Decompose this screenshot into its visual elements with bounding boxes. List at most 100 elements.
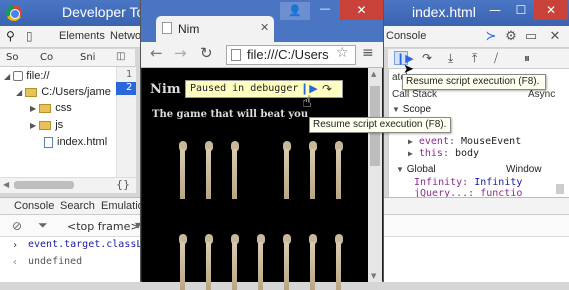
tab-sources[interactable]: So	[6, 52, 18, 63]
matchstick[interactable]	[284, 242, 289, 290]
matchstick[interactable]	[206, 149, 211, 199]
scope-infinity-row[interactable]: Infinity: Infinity	[414, 177, 522, 188]
tab-snippets[interactable]: Sni	[80, 52, 95, 63]
expand-triangle-icon: ◢	[16, 88, 23, 97]
expand-triangle-icon: ▼	[396, 165, 404, 174]
minimize-icon[interactable]: —	[482, 0, 508, 20]
folder-icon	[39, 120, 52, 130]
global-section[interactable]: ▼ Global	[396, 164, 436, 175]
scroll-left-icon[interactable]: ◀	[3, 180, 9, 189]
event-key: event:	[418, 136, 455, 147]
drawer-tab-emulation[interactable]: Emulatio	[101, 200, 144, 212]
collapse-triangle-icon: ▶	[30, 104, 37, 113]
expand-triangle-icon: ◢	[4, 72, 11, 81]
navigator-tabs	[0, 49, 135, 67]
scroll-up-icon[interactable]: ▲	[371, 70, 376, 78]
step-into-icon[interactable]: ⤓	[448, 51, 453, 66]
file-index-label: index.html	[57, 136, 108, 148]
filter-icon[interactable]: ⏷	[38, 218, 48, 233]
bookmark-star-icon[interactable]: ☆	[336, 45, 349, 61]
browser-tab[interactable]	[156, 16, 274, 42]
folder-path-label: C:/Users/jame	[41, 86, 111, 98]
matchstick[interactable]	[258, 242, 263, 290]
scrollbar-thumb[interactable]	[14, 181, 74, 189]
debugger-toolbar	[388, 49, 569, 69]
matchstick[interactable]	[180, 149, 185, 199]
forward-icon[interactable]: →	[174, 44, 187, 62]
tree-folder-path[interactable]: ◢ C:/Users/jame	[16, 86, 111, 98]
matchstick[interactable]	[310, 242, 315, 290]
tab-elements[interactable]: Elements	[59, 30, 105, 42]
line-number[interactable]: 1	[126, 69, 132, 80]
frame-select[interactable]: <top frame>	[67, 220, 140, 233]
clear-console-icon[interactable]: ⊘	[12, 219, 22, 233]
tab-network[interactable]: Netwo	[110, 30, 141, 42]
collapse-triangle-icon: ▶	[408, 149, 413, 158]
close-icon[interactable]: ✕	[534, 0, 568, 20]
pretty-print-button[interactable]: {}	[116, 178, 130, 191]
matchstick[interactable]	[284, 149, 289, 199]
global-label: Global	[406, 164, 436, 175]
drawer-tab-search[interactable]: Search	[60, 200, 95, 212]
folder-icon	[39, 103, 52, 113]
async-label[interactable]: Async	[528, 89, 555, 100]
matchstick[interactable]	[336, 149, 341, 199]
global-value: Window	[506, 164, 542, 175]
matchstick[interactable]	[180, 242, 185, 290]
paused-label: Paused in debugger	[190, 83, 299, 94]
close-devtools-icon[interactable]: ✕	[546, 28, 564, 46]
scroll-down-icon[interactable]: ▼	[371, 272, 376, 280]
back-icon[interactable]: ←	[150, 44, 163, 62]
device-mode-icon[interactable]: ▯	[26, 29, 33, 43]
folder-css-label: css	[55, 102, 72, 114]
matchstick[interactable]	[310, 149, 315, 199]
step-over-icon[interactable]: ↷	[422, 51, 432, 65]
deactivate-breakpoints-icon[interactable]: ⧸	[494, 51, 498, 66]
collapse-triangle-icon: ▶	[408, 137, 413, 146]
matchstick[interactable]	[232, 149, 237, 199]
tree-file-index[interactable]: index.html	[44, 136, 107, 148]
scope-jquery-row[interactable]: jQuery...: functio	[414, 188, 522, 197]
search-icon[interactable]: ⚲	[6, 29, 15, 43]
page-title: Nim	[150, 82, 181, 97]
event-value: MouseEvent	[461, 136, 522, 147]
console-drawer-icon[interactable]: ≻	[482, 28, 500, 46]
scope-this-row[interactable]: ▶ this: body	[408, 148, 479, 159]
line-number-active[interactable]: 2	[116, 82, 136, 95]
folder-icon	[25, 87, 38, 97]
sidebar-scrollbar[interactable]	[556, 184, 564, 194]
menu-icon[interactable]: ≡	[362, 45, 374, 61]
step-out-icon[interactable]: ⤒	[472, 51, 477, 66]
minimize-icon[interactable]: —	[313, 2, 337, 20]
step-over-icon: ↷	[322, 82, 333, 96]
page-icon	[231, 49, 241, 61]
tab-console[interactable]: Console	[386, 30, 426, 42]
call-stack-label[interactable]: Call Stack	[392, 89, 437, 100]
expand-triangle-icon: ▼	[392, 105, 400, 114]
gear-icon[interactable]: ⚙	[502, 28, 520, 46]
dock-icon[interactable]: ▭	[522, 28, 540, 46]
collapse-triangle-icon: ▶	[30, 121, 37, 130]
matchstick[interactable]	[232, 242, 237, 290]
maximize-icon[interactable]: ☐	[508, 0, 534, 20]
infinity-value: Infinity	[474, 177, 523, 188]
overlay-step-over-button[interactable]: ↷	[322, 82, 338, 96]
tree-root[interactable]: ◢ file://	[4, 70, 50, 82]
tree-folder-css[interactable]: ▶ css	[30, 102, 72, 114]
this-value: body	[455, 148, 480, 159]
folder-js-label: js	[55, 119, 64, 131]
drawer-tab-console[interactable]: Console	[14, 200, 54, 212]
user-profile-icon[interactable]: 👤	[280, 2, 310, 20]
scope-section[interactable]: ▼ Scope	[392, 104, 431, 115]
scope-event-row[interactable]: ▶ event: MouseEvent	[408, 136, 521, 147]
close-icon[interactable]: ✕	[340, 0, 383, 20]
pause-on-exceptions-icon[interactable]: ⏸	[524, 51, 530, 66]
matchstick[interactable]	[206, 242, 211, 290]
reload-icon[interactable]: ↻	[200, 44, 213, 62]
matchstick[interactable]	[336, 242, 341, 290]
tab-content-scripts[interactable]: Co	[40, 52, 53, 63]
tree-folder-js[interactable]: ▶ js	[30, 119, 63, 131]
sidebar-toggle-icon[interactable]: ◫	[116, 51, 125, 62]
devtools-window-title-tail: index.html	[412, 4, 476, 20]
tab-close-icon[interactable]: ✕	[260, 21, 269, 34]
